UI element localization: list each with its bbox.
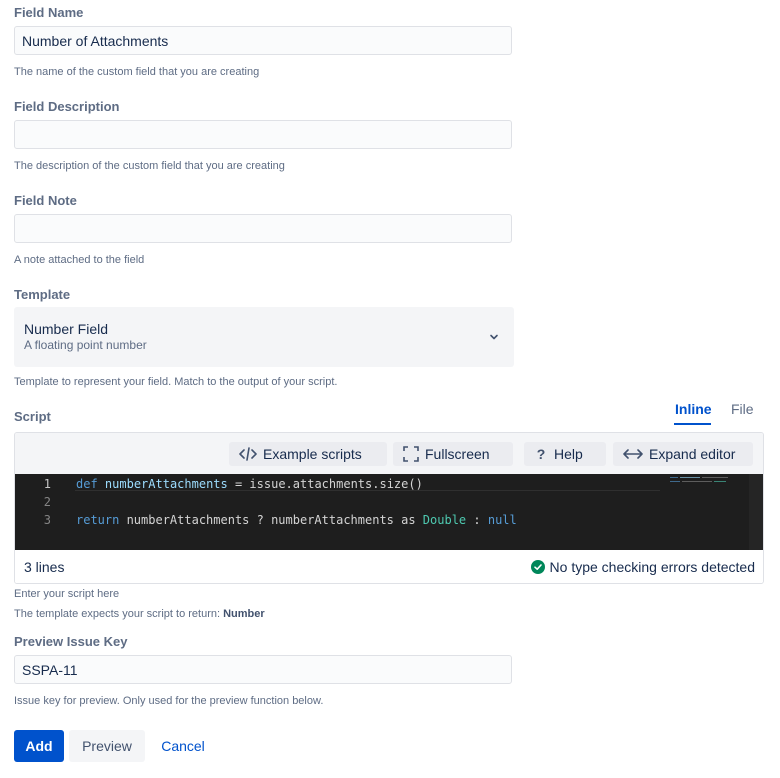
code-icon xyxy=(239,447,257,461)
script-label: Script xyxy=(14,409,51,424)
field-note-input[interactable] xyxy=(14,214,512,243)
line-number: 3 xyxy=(43,513,51,527)
fullscreen-button[interactable]: Fullscreen xyxy=(393,442,513,466)
field-description-help: The description of the custom field that… xyxy=(14,160,285,172)
field-name-label: Field Name xyxy=(14,5,84,20)
field-note-label: Field Note xyxy=(14,193,77,208)
code-keyword: def xyxy=(76,477,98,491)
cancel-button[interactable]: Cancel xyxy=(151,730,215,762)
tab-inline-indicator xyxy=(674,423,711,425)
preview-button[interactable]: Preview xyxy=(69,730,145,762)
code-null: null xyxy=(487,513,517,527)
line-count: 3 lines xyxy=(24,559,65,575)
type-check-text: No type checking errors detected xyxy=(549,559,755,575)
expand-arrows-icon xyxy=(623,449,643,459)
tab-file[interactable]: File xyxy=(731,401,754,417)
editor-status-bar: 3 lines No type checking errors detected xyxy=(15,550,763,583)
fullscreen-icon xyxy=(403,446,419,462)
editor-toolbar: Example scripts Fullscreen ? Help Expand… xyxy=(15,433,763,474)
template-selected-title: Number Field xyxy=(24,321,109,337)
preview-issue-key-help: Issue key for preview. Only used for the… xyxy=(14,695,324,707)
script-help-returns: The template expects your script to retu… xyxy=(14,608,265,620)
line-number: 2 xyxy=(43,495,51,509)
example-scripts-label: Example scripts xyxy=(263,446,362,462)
expand-editor-label: Expand editor xyxy=(649,446,736,462)
editor-scrollbar[interactable] xyxy=(749,474,763,550)
code-text: numberAttachments ? numberAttachments as xyxy=(119,513,423,527)
code-keyword: return xyxy=(76,513,120,527)
question-icon: ? xyxy=(536,446,546,462)
script-help-enter: Enter your script here xyxy=(14,588,120,600)
field-description-label: Field Description xyxy=(14,99,120,114)
line-number: 1 xyxy=(43,477,51,491)
preview-issue-key-label: Preview Issue Key xyxy=(14,634,128,649)
help-label: Help xyxy=(554,446,583,462)
type-check-status: No type checking errors detected xyxy=(530,559,755,575)
code-variable: numberAttachments xyxy=(104,477,228,491)
help-button[interactable]: ? Help xyxy=(524,442,606,466)
code-text: : xyxy=(466,513,488,527)
code-text: = issue.attachments.size() xyxy=(227,477,423,491)
check-circle-icon xyxy=(530,560,545,574)
code-type: Double xyxy=(422,513,467,527)
chevron-down-icon xyxy=(490,334,498,340)
expand-editor-button[interactable]: Expand editor xyxy=(613,442,753,466)
code-area[interactable]: 1 2 3 def numberAttachments = issue.atta… xyxy=(15,474,763,550)
field-note-help: A note attached to the field xyxy=(14,254,145,266)
template-help: Template to represent your field. Match … xyxy=(14,376,338,388)
script-editor: Example scripts Fullscreen ? Help Expand… xyxy=(14,432,764,584)
field-name-help: The name of the custom field that you ar… xyxy=(14,66,260,78)
template-selected-subtitle: A floating point number xyxy=(24,338,147,352)
add-button[interactable]: Add xyxy=(14,730,64,762)
example-scripts-button[interactable]: Example scripts xyxy=(229,442,387,466)
code-line-1: def numberAttachments = issue.attachment… xyxy=(76,477,423,491)
field-description-input[interactable] xyxy=(14,120,512,149)
template-select[interactable]: Number Field A floating point number xyxy=(14,307,514,367)
fullscreen-label: Fullscreen xyxy=(425,446,490,462)
template-label: Template xyxy=(14,287,71,302)
code-line-3: return numberAttachments ? numberAttachm… xyxy=(76,513,517,527)
field-name-input[interactable] xyxy=(14,26,512,55)
minimap[interactable] xyxy=(670,476,730,484)
returns-type: Number xyxy=(223,608,265,620)
preview-issue-key-input[interactable] xyxy=(14,655,512,684)
tab-inline[interactable]: Inline xyxy=(675,401,712,417)
returns-prefix: The template expects your script to retu… xyxy=(14,608,224,620)
